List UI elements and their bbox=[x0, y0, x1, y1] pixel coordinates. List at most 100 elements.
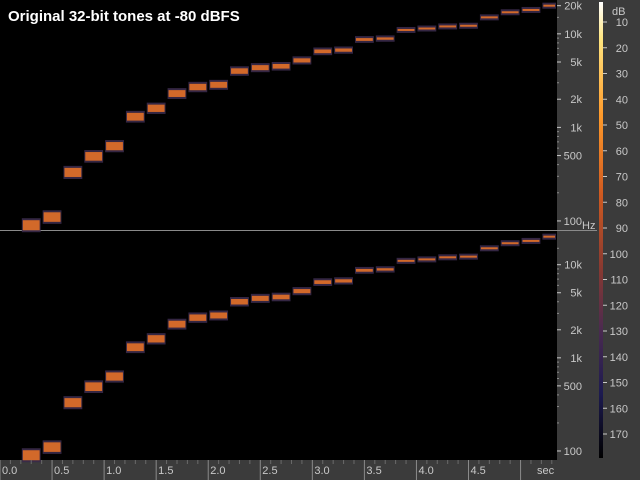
tone-top-22 bbox=[479, 14, 499, 21]
tone-bottom-3 bbox=[84, 380, 104, 394]
tone-band bbox=[439, 256, 457, 259]
tone-bottom-13 bbox=[292, 287, 312, 296]
tone-bottom-23 bbox=[500, 240, 520, 247]
tone-band bbox=[480, 247, 498, 250]
tone-band bbox=[22, 450, 40, 461]
tone-band bbox=[335, 279, 352, 283]
tone-band bbox=[85, 152, 103, 161]
time-tick-label: 0.0 bbox=[2, 465, 17, 477]
tone-band bbox=[543, 235, 555, 238]
tone-top-21 bbox=[459, 22, 478, 29]
tone-band bbox=[168, 320, 186, 328]
tone-top-18 bbox=[396, 26, 416, 33]
freq-tick-label: 100 bbox=[564, 446, 582, 458]
tone-top-20 bbox=[438, 23, 458, 30]
db-tick-label: 40 bbox=[616, 94, 628, 106]
tone-band bbox=[460, 255, 477, 258]
db-tick-label: 20 bbox=[616, 43, 628, 55]
freq-tick-label: 100 bbox=[564, 216, 582, 228]
tone-top-6 bbox=[146, 102, 166, 114]
time-tick-label: 2.5 bbox=[262, 465, 277, 477]
freq-tick-label: 2k bbox=[570, 94, 582, 106]
freq-tick-label: 10k bbox=[564, 260, 582, 272]
hz-unit-label: Hz bbox=[582, 220, 595, 232]
tone-band bbox=[272, 63, 290, 69]
time-axis-panel bbox=[0, 460, 597, 480]
tone-band bbox=[22, 220, 40, 231]
tone-bottom-11 bbox=[250, 293, 270, 303]
tone-bottom-9 bbox=[209, 310, 229, 321]
tone-top-24 bbox=[521, 6, 541, 13]
tone-band bbox=[314, 280, 332, 284]
tone-top-1 bbox=[42, 210, 62, 224]
db-tick-label: 90 bbox=[616, 223, 628, 235]
tone-band bbox=[355, 38, 373, 41]
freq-tick-label: 10k bbox=[564, 29, 582, 41]
time-tick-label: 4.0 bbox=[418, 465, 433, 477]
tone-top-5 bbox=[125, 110, 145, 123]
bottom-plot-area[interactable] bbox=[0, 231, 557, 460]
tone-band bbox=[231, 68, 248, 74]
tone-top-16 bbox=[354, 36, 374, 43]
tone-bottom-10 bbox=[230, 297, 249, 307]
tone-bottom-8 bbox=[188, 312, 208, 323]
tone-band bbox=[210, 81, 228, 88]
freq-tick-label: 5k bbox=[570, 57, 582, 69]
tone-band bbox=[397, 28, 415, 31]
freq-tick-label: 500 bbox=[564, 381, 582, 393]
tone-top-13 bbox=[292, 56, 312, 65]
db-tick-label: 100 bbox=[610, 249, 628, 261]
tone-band bbox=[460, 24, 477, 27]
tone-bottom-22 bbox=[479, 245, 499, 252]
tone-bottom-16 bbox=[354, 266, 374, 274]
time-tick-label: 2.0 bbox=[210, 465, 225, 477]
tone-band bbox=[126, 343, 144, 352]
tone-top-10 bbox=[230, 66, 249, 76]
tone-top-0 bbox=[21, 218, 41, 233]
tone-band bbox=[355, 268, 373, 272]
db-tick-label: 110 bbox=[610, 275, 628, 287]
tone-band bbox=[210, 312, 228, 319]
tone-band bbox=[501, 242, 519, 245]
tone-top-12 bbox=[271, 61, 291, 71]
tone-band bbox=[106, 372, 123, 381]
top-plot-area[interactable] bbox=[0, 0, 557, 230]
tone-bottom-12 bbox=[271, 292, 291, 302]
tone-bottom-20 bbox=[438, 254, 458, 261]
tone-band bbox=[43, 442, 61, 452]
tone-bottom-1 bbox=[42, 440, 62, 454]
tone-band bbox=[522, 239, 540, 242]
tone-top-8 bbox=[188, 81, 208, 93]
tone-band bbox=[147, 335, 165, 343]
freq-tick-label: 500 bbox=[564, 151, 582, 163]
tone-band bbox=[168, 90, 186, 97]
tone-top-9 bbox=[209, 79, 229, 90]
db-tick-label: 150 bbox=[610, 378, 628, 390]
freq-tick-label: 1k bbox=[570, 122, 582, 134]
db-tick-label: 50 bbox=[616, 120, 628, 132]
tone-band bbox=[251, 65, 269, 71]
tone-top-14 bbox=[313, 47, 333, 56]
tone-band bbox=[85, 382, 103, 392]
db-tick-label: 120 bbox=[610, 300, 628, 312]
colorbar-gradient bbox=[599, 2, 603, 458]
tone-band bbox=[147, 104, 165, 112]
time-tick-label: 3.0 bbox=[314, 465, 329, 477]
tone-bottom-5 bbox=[125, 341, 145, 354]
tone-bottom-17 bbox=[375, 266, 395, 273]
spectrogram-chart[interactable]: 100 500 1k 2k 5k 10k 20k 100 500 1k 2k 5k 10k 0.0 0.… bbox=[0, 0, 640, 480]
tone-band bbox=[418, 27, 436, 30]
tone-band bbox=[189, 314, 207, 321]
tone-bottom-4 bbox=[105, 370, 124, 383]
freq-tick-label: 20k bbox=[564, 1, 582, 13]
tone-band bbox=[543, 4, 555, 7]
tone-band bbox=[522, 8, 540, 11]
sec-unit-label: sec bbox=[537, 465, 555, 477]
tone-band bbox=[418, 258, 436, 261]
tone-top-3 bbox=[84, 150, 104, 163]
time-tick-label: 1.0 bbox=[106, 465, 121, 477]
tone-top-4 bbox=[105, 140, 124, 153]
tone-bottom-7 bbox=[167, 318, 187, 330]
db-tick-label: 80 bbox=[616, 197, 628, 209]
db-tick-label: 70 bbox=[616, 172, 628, 184]
